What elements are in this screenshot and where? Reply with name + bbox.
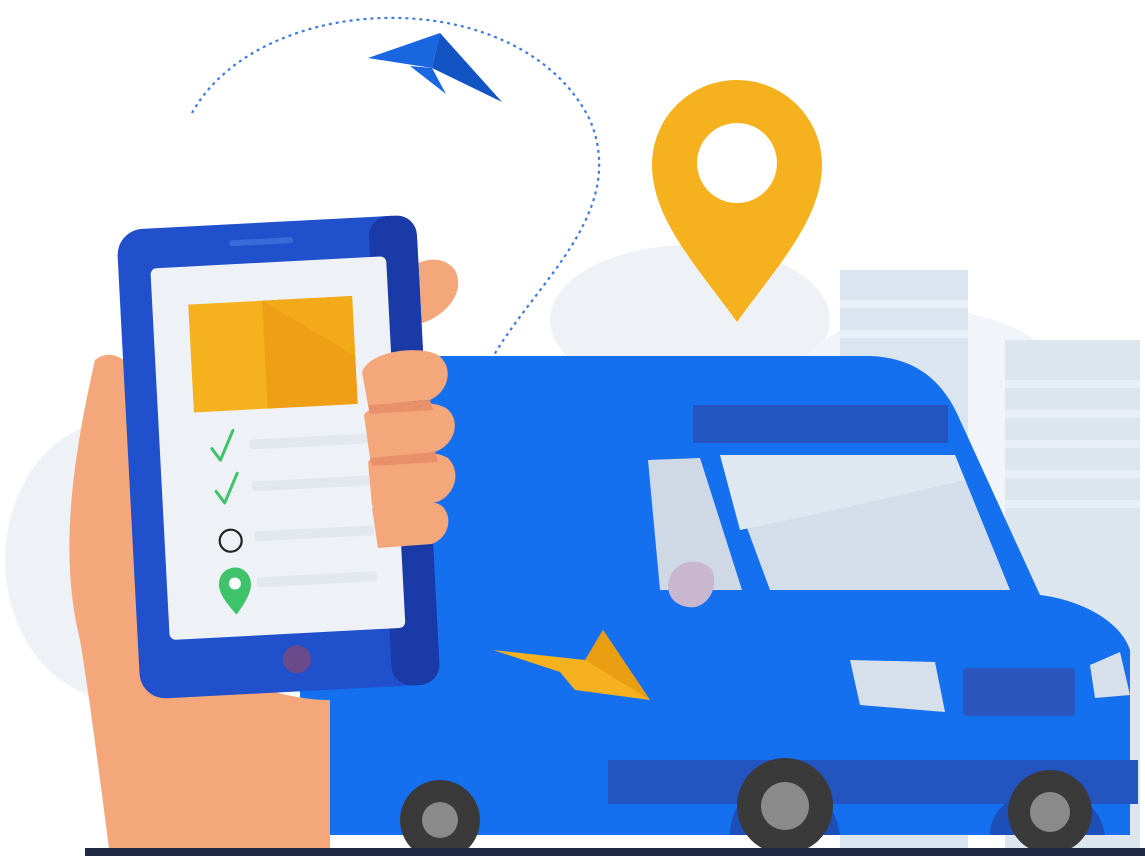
- van-roof-stripe: [693, 405, 948, 443]
- package-icon: [188, 296, 358, 413]
- ground-line: [85, 848, 1145, 856]
- van-grille: [963, 668, 1075, 716]
- wheel-rear: [1008, 770, 1092, 854]
- wheel-front: [737, 758, 833, 854]
- delivery-scene: [5, 16, 1145, 856]
- paper-plane-arrow-icon: [368, 33, 502, 102]
- delivery-illustration: [0, 0, 1145, 856]
- van-headlight: [850, 660, 945, 712]
- finger-4: [372, 498, 449, 548]
